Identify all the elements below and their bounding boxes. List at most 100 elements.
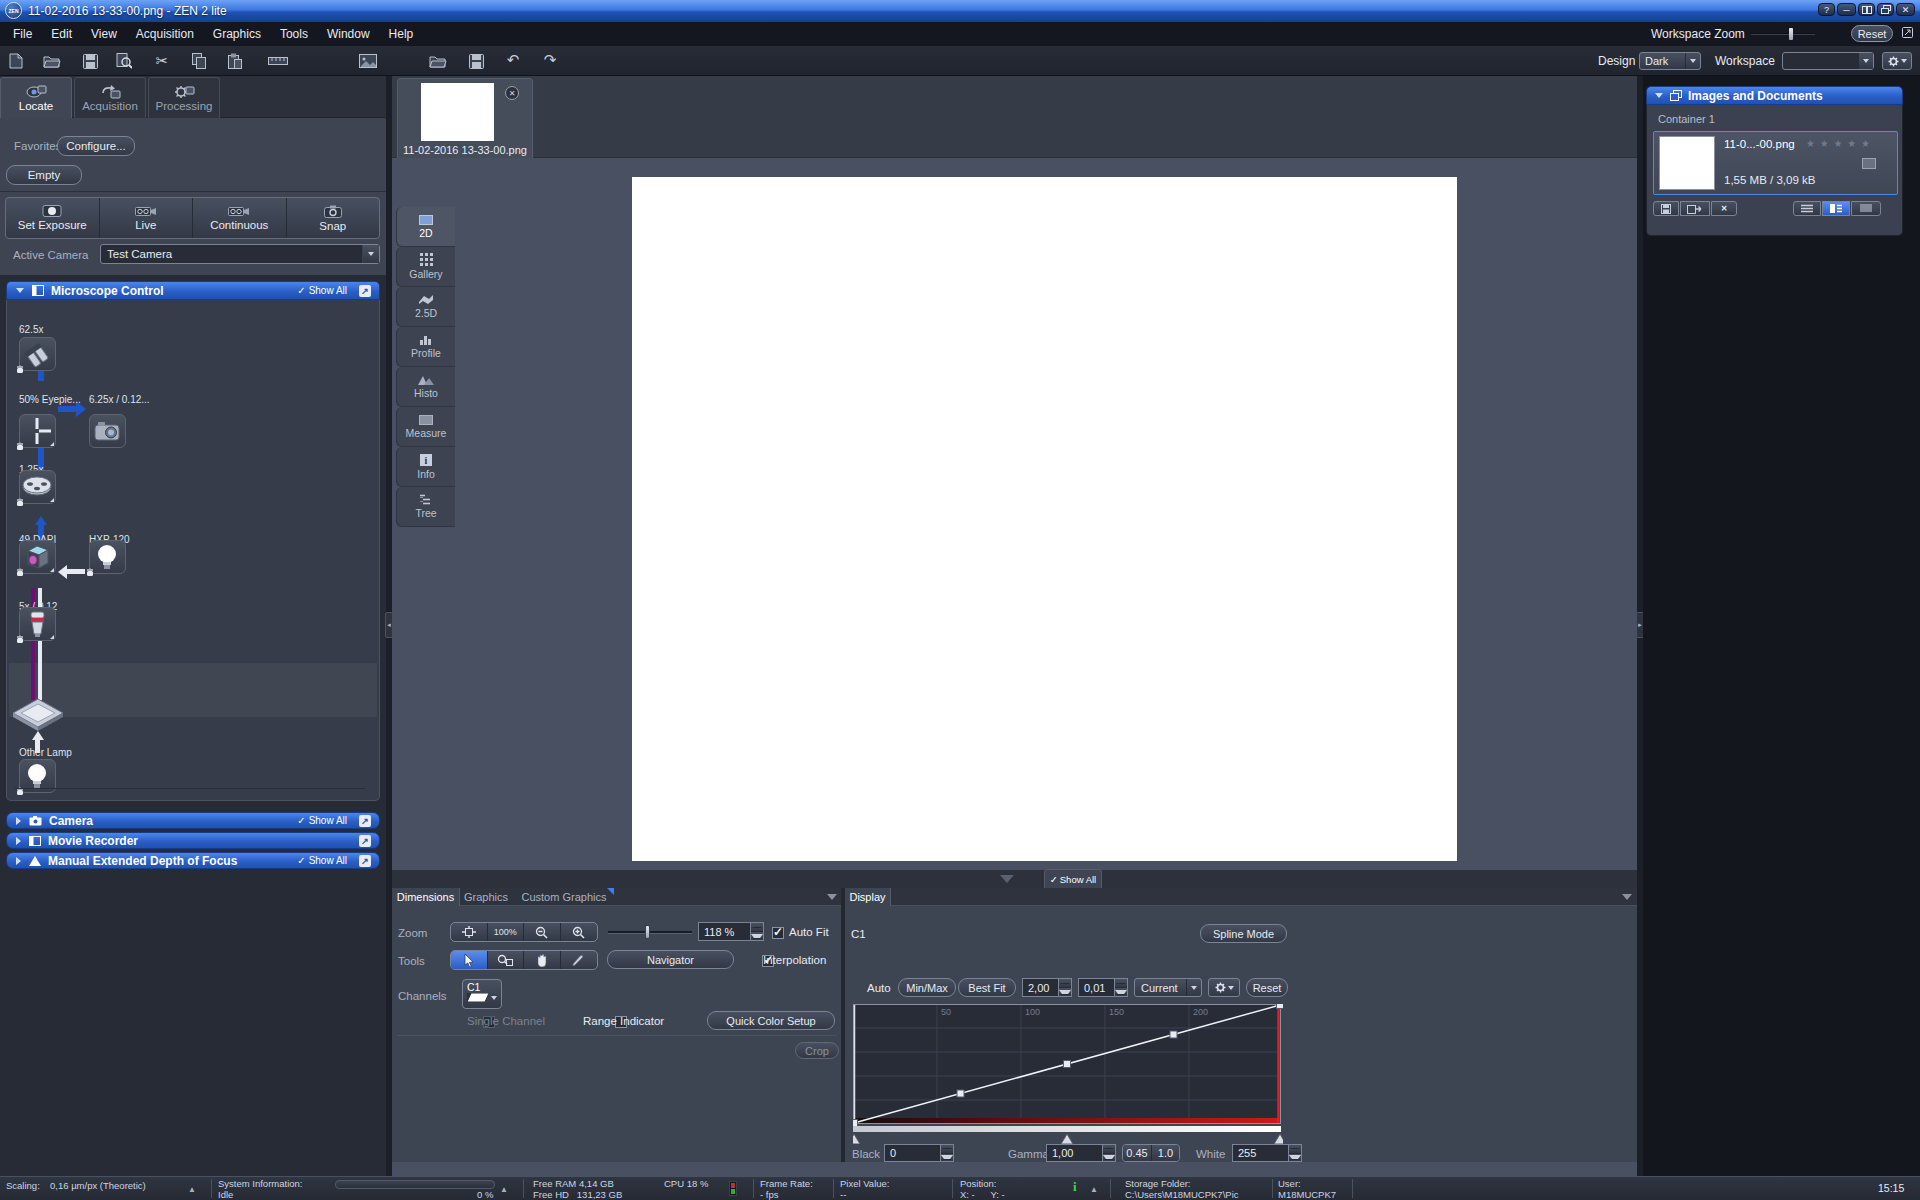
eyepiece-node[interactable]	[19, 337, 56, 371]
beam-splitter-node[interactable]	[19, 414, 56, 448]
open-image-icon[interactable]	[428, 51, 448, 71]
zoom-100-button[interactable]: 100%	[488, 923, 525, 941]
zoom-percent-spinner[interactable]: 118 %	[698, 922, 764, 941]
auto-fit-checkbox[interactable]	[772, 927, 784, 939]
zoom-out-button[interactable]	[524, 923, 561, 941]
spin-up[interactable]	[1289, 1145, 1301, 1154]
view-tab-2d[interactable]: 2D	[396, 207, 455, 247]
continuous-button[interactable]: Continuous	[193, 198, 287, 238]
display-settings-dropdown[interactable]	[1208, 978, 1240, 997]
item-checkbox[interactable]	[1862, 158, 1876, 169]
image-list-item[interactable]: 11-0...-00.png ★ ★ ★ ★ ★ 1,55 MB / 3,09 …	[1653, 131, 1898, 195]
annotate-tool-button[interactable]	[561, 951, 597, 969]
hxp-lamp-node[interactable]	[89, 540, 126, 574]
histogram-curve-editor[interactable]: 50 100 150 200	[853, 1004, 1283, 1144]
save-image-icon[interactable]	[466, 51, 486, 71]
undock-icon[interactable]: ↗	[359, 835, 371, 847]
quick-color-setup-button[interactable]: Quick Color Setup	[707, 1011, 835, 1030]
spin-down[interactable]	[1289, 1154, 1301, 1162]
view-tab-histo[interactable]: Histo	[396, 367, 455, 407]
tab-processing[interactable]: Processing	[148, 77, 220, 118]
zoom-region-tool-button[interactable]	[488, 951, 525, 969]
restore-button[interactable]	[1877, 3, 1894, 16]
undock-icon[interactable]: ↗	[359, 855, 371, 867]
spin-up[interactable]	[941, 1145, 953, 1154]
active-camera-dropdown[interactable]: Test Camera	[100, 244, 380, 264]
workspace-dropdown[interactable]	[1782, 52, 1874, 70]
manual-edf-section-header[interactable]: Manual Extended Depth of Focus ✓ Show Al…	[6, 852, 380, 869]
set-exposure-button[interactable]: Set Exposure	[6, 198, 100, 238]
undock-icon[interactable]: ↗	[359, 285, 371, 297]
objective-node[interactable]	[19, 607, 56, 641]
tab-locate[interactable]: Locate	[0, 77, 72, 118]
workspace-zoom-slider[interactable]	[1751, 33, 1815, 35]
collapse-arrow-icon[interactable]	[16, 288, 24, 293]
spin-down[interactable]	[751, 932, 763, 940]
save-item-button[interactable]	[1653, 201, 1679, 216]
menu-window[interactable]: Window	[318, 24, 379, 44]
redo-icon[interactable]: ↷	[540, 50, 560, 70]
black-spinner[interactable]: 0	[884, 1144, 954, 1162]
crop-button[interactable]: Crop	[795, 1042, 839, 1059]
open-file-icon[interactable]	[42, 51, 62, 71]
minmax-button[interactable]: Min/Max	[898, 978, 956, 997]
image-icon[interactable]	[358, 51, 378, 71]
ruler-icon[interactable]	[268, 51, 288, 71]
bestfit-button[interactable]: Best Fit	[958, 978, 1016, 997]
view-tab-info[interactable]: i Info	[396, 447, 455, 487]
manual-edf-show-all[interactable]: ✓ Show All	[297, 855, 347, 866]
menu-acquisition[interactable]: Acquisition	[127, 24, 203, 44]
preview-icon[interactable]	[114, 51, 134, 71]
dimensions-tab[interactable]: Dimensions	[392, 888, 460, 906]
spin-up[interactable]	[1115, 979, 1127, 988]
spin-down[interactable]	[1103, 1154, 1115, 1162]
pin-icon[interactable]	[1901, 26, 1914, 39]
pan-tool-button[interactable]	[524, 951, 561, 969]
navigator-button[interactable]: Navigator	[607, 950, 734, 969]
bestfit-high-spinner[interactable]: 0,01	[1078, 978, 1128, 997]
movie-recorder-section-header[interactable]: Movie Recorder ↗	[6, 832, 380, 849]
menu-tools[interactable]: Tools	[271, 24, 317, 44]
display-tab[interactable]: Display	[845, 888, 891, 906]
spin-down[interactable]	[941, 1154, 953, 1162]
graphics-tab[interactable]: Graphics	[461, 888, 511, 906]
view-compact-button[interactable]	[1851, 201, 1881, 216]
document-tab[interactable]: ✕ 11-02-2016 13-33-00.png	[397, 78, 533, 158]
snap-button[interactable]: Snap	[287, 198, 380, 238]
undo-icon[interactable]: ↶	[503, 50, 523, 70]
info-expand-icon[interactable]: ▲	[1090, 1185, 1098, 1194]
view-list-button[interactable]	[1793, 201, 1821, 216]
menu-file[interactable]: File	[4, 24, 41, 44]
mode-dropdown[interactable]: Current	[1134, 978, 1202, 997]
close-document-icon[interactable]: ✕	[505, 86, 519, 100]
scaling-expand-icon[interactable]: ▲	[188, 1185, 196, 1194]
new-document-icon[interactable]	[6, 51, 26, 71]
menu-graphics[interactable]: Graphics	[204, 24, 270, 44]
export-item-button[interactable]	[1680, 201, 1710, 216]
gamma-045-button[interactable]: 0.45	[1123, 1145, 1152, 1161]
spin-up[interactable]	[1103, 1145, 1115, 1154]
custom-graphics-tab[interactable]: Custom Graphics	[514, 888, 614, 906]
filter-cube-node[interactable]	[19, 540, 56, 574]
panes-button[interactable]	[1858, 3, 1875, 16]
white-spinner[interactable]: 255	[1232, 1144, 1302, 1162]
display-tabbar-dropdown-icon[interactable]	[1622, 894, 1632, 900]
view-tab-25d[interactable]: 2.5D	[396, 287, 455, 327]
view-tab-measure[interactable]: Measure	[396, 407, 455, 447]
live-button[interactable]: Live	[100, 198, 194, 238]
camera-section-header[interactable]: Camera ✓ Show All ↗	[6, 812, 380, 829]
view-tab-gallery[interactable]: Gallery	[396, 247, 455, 287]
empty-button[interactable]: Empty	[6, 165, 82, 185]
paste-icon[interactable]	[225, 51, 245, 71]
spline-mode-button[interactable]: Spline Mode	[1200, 924, 1287, 943]
help-window-button[interactable]: ?	[1818, 3, 1835, 16]
undock-icon[interactable]: ↗	[359, 815, 371, 827]
view-tab-tree[interactable]: Tree	[396, 487, 455, 527]
progress-expand-icon[interactable]: ▲	[500, 1185, 508, 1194]
pointer-tool-button[interactable]	[451, 951, 488, 969]
stage-node[interactable]	[11, 695, 65, 733]
zoom-in-button[interactable]	[561, 923, 597, 941]
tab-acquisition[interactable]: Acquisition	[74, 77, 146, 118]
zoom-fit-button[interactable]	[451, 923, 488, 941]
dimensions-tabbar-dropdown-icon[interactable]	[827, 894, 837, 900]
